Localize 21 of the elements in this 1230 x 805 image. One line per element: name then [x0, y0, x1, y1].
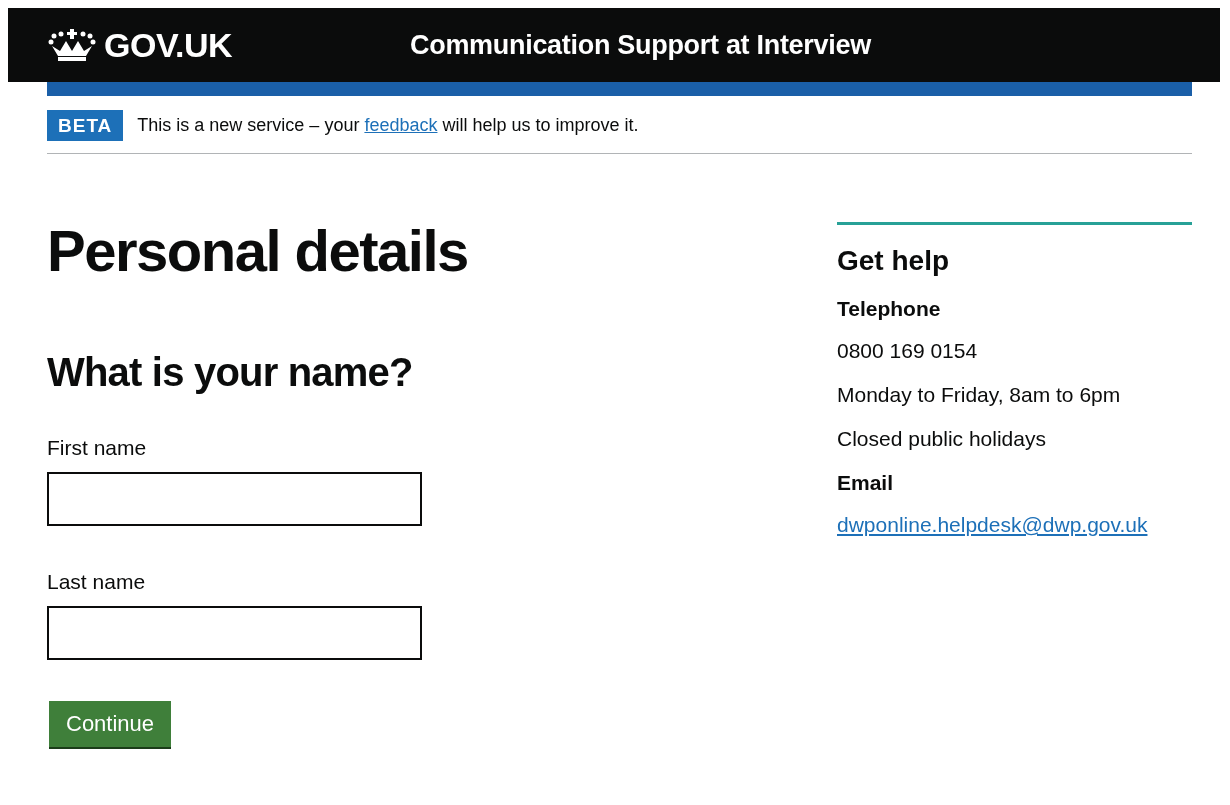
field-label: Last name — [47, 570, 147, 594]
email-link[interactable]: dwponline.helpdesk@dwp.gov.uk — [837, 513, 1192, 537]
feedback-link[interactable]: feedback — [364, 115, 438, 135]
input-field[interactable] — [47, 606, 422, 660]
continue-button[interactable]: Continue — [49, 701, 172, 747]
contact-text: 0800 169 0154 — [837, 339, 979, 363]
contact-text: Closed public holidays — [837, 427, 1047, 451]
input-field[interactable] — [47, 472, 422, 526]
panel-title: Get help — [837, 245, 950, 277]
phase-tag: BETA — [47, 110, 124, 141]
question-heading: What is your name? — [47, 352, 414, 392]
crown-logo-icon — [48, 28, 96, 62]
govuk-logo[interactable]: GOV.UK — [48, 25, 410, 65]
section-heading: Email — [837, 471, 895, 495]
page-title: Personal details — [47, 222, 469, 280]
contact-text: Monday to Friday, 8am to 6pm — [837, 383, 1122, 407]
section-heading: Telephone — [837, 297, 942, 321]
phase-banner-text: This is a new service – your feedback will help us to improve it. — [137, 115, 639, 136]
logo-text: GOV.UK — [104, 25, 232, 65]
field-label: First name — [47, 436, 148, 460]
service-name[interactable]: Communication Support at Interview — [410, 29, 871, 61]
